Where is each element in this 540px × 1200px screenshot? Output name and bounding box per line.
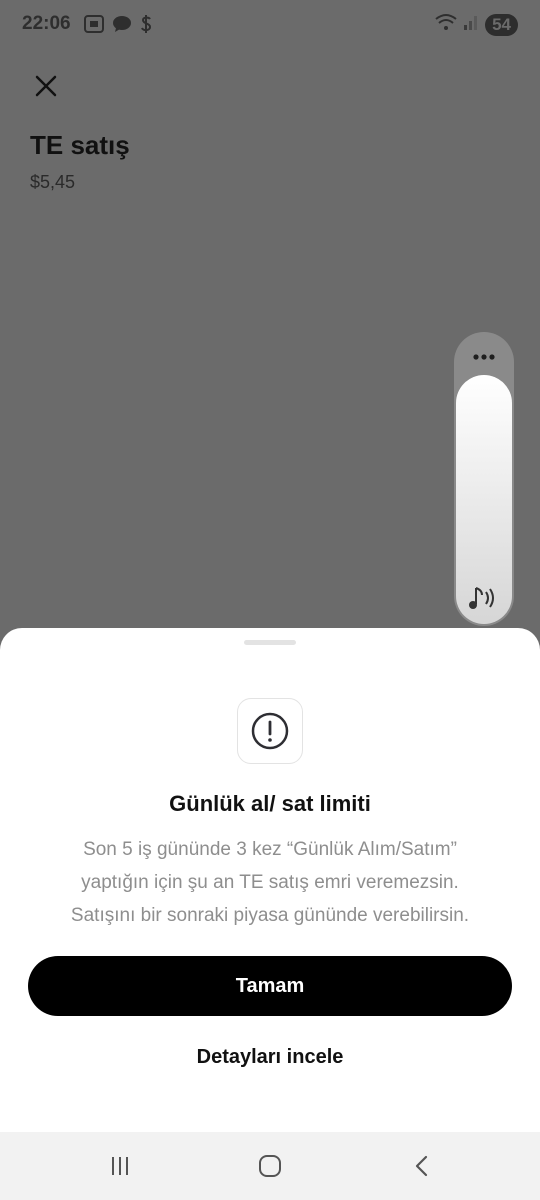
alert-icon-box — [237, 698, 303, 764]
chat-bubble-icon — [112, 15, 132, 38]
music-volume-icon — [466, 580, 502, 616]
system-nav-bar — [0, 1132, 540, 1200]
sheet-message-line: Son 5 iş gününde 3 kez “Günlük Alım/Satı… — [83, 839, 457, 860]
close-icon — [35, 75, 57, 97]
sheet-drag-handle[interactable] — [244, 640, 296, 645]
signal-icon — [463, 13, 479, 36]
close-button[interactable] — [28, 68, 64, 104]
ok-button[interactable]: Tamam — [28, 956, 512, 1016]
recent-apps-icon — [112, 1157, 128, 1175]
home-button[interactable] — [250, 1150, 290, 1182]
home-icon — [259, 1155, 281, 1177]
wifi-icon — [435, 13, 457, 36]
battery-icon: 54 — [485, 13, 518, 36]
page-title: TE satış — [30, 130, 130, 160]
stock-price: $5,45 — [30, 172, 76, 192]
alert-circle-icon — [251, 712, 289, 750]
sheet-message-line: yaptığın için şu an TE satış emri vereme… — [81, 872, 459, 893]
screenshot-icon — [84, 15, 104, 38]
status-time: 22:06 — [22, 13, 71, 34]
status-right-icons: 54 — [435, 13, 518, 36]
status-left-icons — [84, 14, 152, 39]
dollar-icon — [140, 14, 152, 39]
sheet-message: Son 5 iş gününde 3 kez “Günlük Alım/Satı… — [30, 833, 510, 932]
volume-panel[interactable] — [454, 332, 514, 626]
recent-apps-button[interactable] — [100, 1150, 140, 1182]
sheet-message-line: Satışını bir sonraki piyasa gününde vere… — [70, 905, 470, 926]
status-bar: 22:06 54 — [0, 0, 540, 50]
view-details-button[interactable]: Detayları incele — [0, 1046, 540, 1069]
back-button[interactable] — [402, 1150, 442, 1182]
back-icon — [415, 1155, 428, 1177]
more-icon[interactable] — [454, 344, 514, 370]
limit-bottom-sheet: Günlük al/ sat limiti Son 5 iş gününde 3… — [0, 628, 540, 1132]
sheet-title: Günlük al/ sat limiti — [169, 791, 371, 816]
